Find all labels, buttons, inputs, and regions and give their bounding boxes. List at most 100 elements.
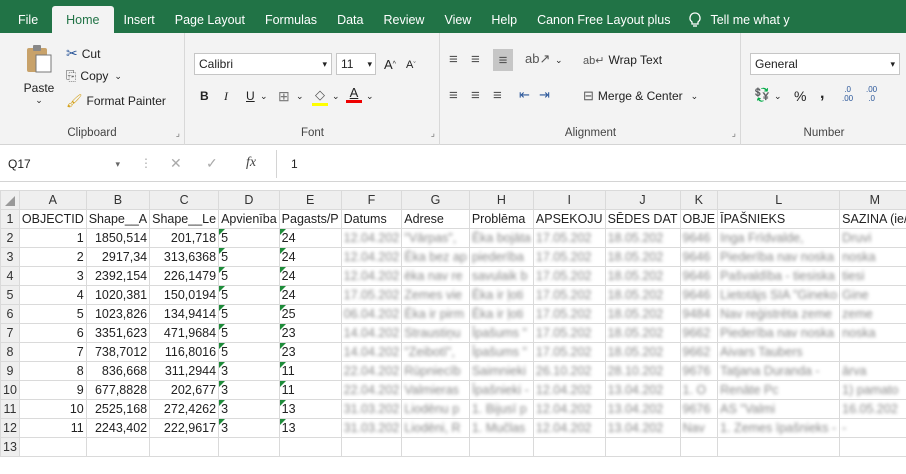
column-header-l[interactable]: L bbox=[717, 190, 841, 210]
cell[interactable]: 12.04.202 bbox=[532, 380, 606, 400]
cell[interactable]: 12.04.202 bbox=[340, 228, 403, 248]
cell[interactable] bbox=[218, 437, 280, 457]
cell[interactable]: Valmieras bbox=[401, 380, 470, 400]
increase-decimal-button[interactable]: .0.00 bbox=[842, 85, 853, 103]
cell[interactable]: Renāte Pc bbox=[717, 380, 841, 400]
font-launcher-icon[interactable]: ⌟ bbox=[431, 128, 435, 139]
cell[interactable]: 28.10.202 bbox=[604, 361, 681, 381]
cell[interactable]: 22.04.202 bbox=[340, 380, 403, 400]
cell[interactable]: OBJECTID bbox=[18, 209, 87, 229]
cell[interactable]: 2917,34 bbox=[85, 247, 151, 267]
cell[interactable]: Druvi bbox=[839, 228, 906, 248]
cell[interactable]: 17.05.202 bbox=[340, 285, 403, 305]
cell[interactable] bbox=[340, 437, 403, 457]
chevron-down-icon[interactable]: ⌄ bbox=[555, 55, 563, 66]
cell[interactable]: Problēma bbox=[468, 209, 534, 229]
tab-home[interactable]: Home bbox=[52, 6, 114, 33]
cell[interactable]: 17.05.202 bbox=[532, 342, 606, 362]
cell[interactable]: 9484 bbox=[679, 304, 719, 324]
cell[interactable]: 13.04.202 bbox=[604, 399, 681, 419]
tab-data[interactable]: Data bbox=[327, 6, 373, 33]
row-header[interactable]: 13 bbox=[0, 437, 20, 457]
tab-page-layout[interactable]: Page Layout bbox=[165, 6, 255, 33]
tab-review[interactable]: Review bbox=[373, 6, 434, 33]
select-all-corner[interactable] bbox=[0, 190, 20, 210]
cell[interactable]: Inga Frīdvalde, bbox=[717, 228, 841, 248]
cell[interactable]: 3 bbox=[18, 266, 87, 286]
insert-function-icon[interactable]: fx bbox=[246, 155, 256, 171]
chevron-down-icon[interactable]: ⌄ bbox=[366, 91, 374, 102]
cell[interactable]: savulaik b bbox=[468, 266, 534, 286]
italic-button[interactable]: I bbox=[224, 89, 228, 104]
cell[interactable]: Datums bbox=[340, 209, 403, 229]
cell[interactable]: 12.04.202 bbox=[340, 247, 403, 267]
cell[interactable]: 7 bbox=[18, 342, 87, 362]
cell[interactable]: Ēka ir pirm bbox=[401, 304, 470, 324]
cell[interactable]: Pašvaldība - tiesiska bbox=[717, 266, 841, 286]
align-right-icon[interactable]: ≡ bbox=[493, 87, 502, 104]
cell[interactable]: Gine bbox=[839, 285, 906, 305]
cell[interactable]: noska bbox=[839, 323, 906, 343]
cell[interactable]: 1 bbox=[18, 228, 87, 248]
percent-button[interactable]: % bbox=[794, 88, 806, 104]
cell[interactable]: Piederība nav noska bbox=[717, 247, 841, 267]
tab-insert[interactable]: Insert bbox=[114, 6, 165, 33]
paste-button[interactable]: Paste ⌄ bbox=[18, 43, 60, 111]
cell[interactable]: 1023,826 bbox=[85, 304, 151, 324]
cell[interactable]: 24 bbox=[278, 228, 342, 248]
cut-button[interactable]: ✂ Cut bbox=[66, 45, 100, 62]
cell[interactable]: 9676 bbox=[679, 399, 719, 419]
cell[interactable]: Liodēnu p bbox=[401, 399, 470, 419]
column-header-m[interactable]: M bbox=[839, 190, 906, 210]
cell[interactable] bbox=[149, 437, 220, 457]
cell[interactable]: noska bbox=[839, 247, 906, 267]
row-header[interactable]: 7 bbox=[0, 323, 20, 343]
cell[interactable]: 8 bbox=[18, 361, 87, 381]
cell[interactable]: - bbox=[839, 418, 906, 438]
cell[interactable] bbox=[839, 342, 906, 362]
cell[interactable]: 3351,623 bbox=[85, 323, 151, 343]
cell[interactable]: 24 bbox=[278, 285, 342, 305]
decrease-decimal-button[interactable]: .00.0 bbox=[866, 85, 877, 103]
column-header-j[interactable]: J bbox=[604, 190, 681, 210]
chevron-down-icon[interactable]: ⌄ bbox=[774, 91, 782, 102]
cell[interactable]: Liodēni, R bbox=[401, 418, 470, 438]
cell[interactable] bbox=[18, 437, 87, 457]
cell[interactable]: 9662 bbox=[679, 342, 719, 362]
cell[interactable]: 17.05.202 bbox=[532, 228, 606, 248]
cell[interactable]: 2 bbox=[18, 247, 87, 267]
cell[interactable]: 14.04.202 bbox=[340, 323, 403, 343]
merge-center-button[interactable]: ⊟ Merge & Center ⌄ bbox=[583, 88, 698, 104]
cell[interactable]: 9676 bbox=[679, 361, 719, 381]
column-header-f[interactable]: F bbox=[340, 190, 403, 210]
cell[interactable]: 26.10.202 bbox=[532, 361, 606, 381]
align-center-icon[interactable]: ≡ bbox=[471, 87, 480, 104]
cell[interactable] bbox=[85, 437, 151, 457]
cell[interactable]: 22.04.202 bbox=[340, 361, 403, 381]
cell[interactable]: Zemes vie bbox=[401, 285, 470, 305]
cell[interactable]: Ēka bez ap bbox=[401, 247, 470, 267]
cell[interactable]: 18.05.202 bbox=[604, 304, 681, 324]
formula-input[interactable]: 1 bbox=[276, 150, 906, 178]
column-header-a[interactable]: A bbox=[18, 190, 87, 210]
cell[interactable]: 06.04.202 bbox=[340, 304, 403, 324]
cell[interactable]: Tatjana Duranda - bbox=[717, 361, 841, 381]
chevron-down-icon[interactable]: ⌄ bbox=[260, 91, 268, 102]
cell[interactable]: 6 bbox=[18, 323, 87, 343]
cell[interactable]: Apvienība bbox=[218, 209, 280, 229]
cell[interactable]: Nav reģistrēta zeme bbox=[717, 304, 841, 324]
cell[interactable]: Straustiņu bbox=[401, 323, 470, 343]
cell[interactable]: 24 bbox=[278, 266, 342, 286]
cell[interactable]: 226,1479 bbox=[149, 266, 220, 286]
increase-indent-icon[interactable]: ⇥ bbox=[539, 87, 550, 103]
row-header[interactable]: 2 bbox=[0, 228, 20, 248]
cell[interactable]: 1. Zemes īpašnieks - bbox=[717, 418, 841, 438]
column-header-i[interactable]: I bbox=[532, 190, 606, 210]
cell[interactable]: 5 bbox=[18, 304, 87, 324]
cell[interactable]: 18.05.202 bbox=[604, 247, 681, 267]
tab-help[interactable]: Help bbox=[481, 6, 527, 33]
chevron-down-icon[interactable]: ⌄ bbox=[296, 91, 304, 102]
cell[interactable]: Shape__Le bbox=[149, 209, 220, 229]
cell[interactable]: 1. Bijusī p bbox=[468, 399, 534, 419]
column-header-e[interactable]: E bbox=[278, 190, 342, 210]
